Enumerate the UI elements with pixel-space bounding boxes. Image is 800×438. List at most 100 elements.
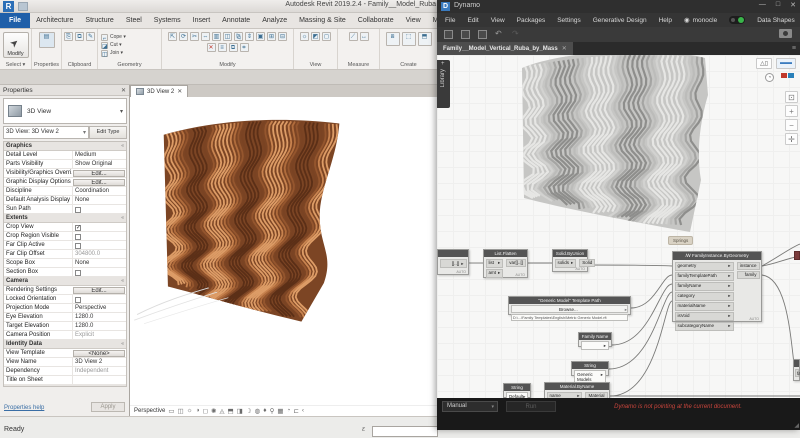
run-mode-select[interactable]: Manual▾ [442,401,498,412]
collapse-icon[interactable]: « [121,278,124,284]
node-familyinstance-bygeometry[interactable]: ꟿ FamilyInstance.ByGeometry geometry▸fam… [672,251,762,322]
panel-label-select[interactable]: Select ▾ [0,62,31,68]
view-control-icon[interactable]: ⊏ [293,407,298,415]
view-control-icon[interactable]: ☽ [246,407,252,415]
node-partial-top-right[interactable] [794,251,800,260]
tab-menu-icon[interactable]: ≡ [792,45,796,52]
match-icon[interactable]: ✎ [86,32,95,41]
checkbox[interactable] [75,243,81,249]
ribbon-tab-insert[interactable]: Insert [187,13,217,28]
family-name-input[interactable]: ▸ [581,341,609,350]
port-subcategoryname[interactable]: subcategoryName▸ [675,322,734,331]
library-panel-collapsed[interactable]: + Library [437,60,450,108]
zoom-in-button[interactable]: + [785,105,798,117]
view-control-icon[interactable]: ◫ [178,407,184,415]
cope-tool[interactable]: ⌐Cope ▾ [99,34,160,41]
collapse-icon[interactable]: « [121,143,124,149]
ribbon-tab-view[interactable]: View [400,13,427,28]
edit-button[interactable]: <None> [73,350,125,357]
property-value[interactable]: Perspective [72,304,126,312]
property-value[interactable]: 1280.0 [72,322,126,330]
modify-tool-icon[interactable]: ⇔ [201,32,210,41]
chevron-down-icon[interactable]: ▾ [120,108,123,115]
modify-tool-icon[interactable]: ⧉ [229,43,238,52]
section-header-camera[interactable]: Camera« [4,277,126,286]
ribbon-tab-analyze[interactable]: Analyze [256,13,293,28]
save-icon[interactable] [478,30,487,39]
resize-grip[interactable]: ◢ [794,422,799,429]
property-value[interactable]: Coordination [72,187,126,195]
property-value[interactable]: None [72,196,126,204]
close-icon[interactable]: ✕ [121,87,126,94]
modify-tool-icon[interactable]: ⊞ [267,32,276,41]
checkbox[interactable] [75,234,81,240]
dimension-icon[interactable]: ↔ [360,32,369,41]
modify-tool-icon[interactable]: ⊟ [278,32,287,41]
section-header-graphics[interactable]: Graphics« [4,142,126,151]
checkbox[interactable]: ✓ [75,225,81,231]
collapse-icon[interactable]: « [121,215,124,221]
menu-settings[interactable]: Settings [557,17,581,24]
property-value[interactable]: None [72,259,126,267]
modify-button[interactable]: ➤ Modify [3,32,29,58]
view-control-icon[interactable]: ✺ [211,407,216,415]
section-header-phasing[interactable]: Phasing« [4,385,126,387]
paste-icon[interactable]: ⎘ [64,32,73,41]
maximize-button[interactable]: □ [776,1,780,9]
undo-icon[interactable]: ↶ [495,30,504,39]
modify-tool-icon[interactable]: ◫ [223,32,232,41]
panel-label-geometry[interactable]: Geometry [98,62,161,68]
node-partial-right[interactable]: fam [793,359,800,381]
modify-tool-icon[interactable]: ⌗ [240,43,249,52]
section-header-extents[interactable]: Extents« [4,214,126,223]
lightbulb-icon[interactable]: ☼ [300,32,309,41]
view-instance-select[interactable]: 3D View: 3D View 2 ▾ [3,126,89,139]
ribbon-tab-annotate[interactable]: Annotate [216,13,256,28]
modify-tool-icon[interactable]: ⇱ [168,32,177,41]
node-template-path[interactable]: "Generic Model" Template Path Browse...▸… [508,296,631,315]
orbit-back-icon[interactable]: ◔ [765,73,774,82]
zoom-out-button[interactable]: − [785,119,798,131]
port-solids[interactable]: solids▸ [555,259,577,268]
browse-button[interactable]: Browse...▸ [511,305,628,313]
property-value[interactable]: 3D View 2 [72,358,126,366]
redo-icon[interactable]: ↷ [512,30,521,39]
copy-icon[interactable]: ⧉ [75,32,84,41]
properties-help-link[interactable]: Properties help [4,405,44,411]
ribbon-tab-massing-site[interactable]: Massing & Site [293,13,352,28]
reveal-icon[interactable]: ◻ [322,32,331,41]
port-category[interactable]: category▸ [675,292,734,301]
port-amt[interactable]: amt▸ [486,269,504,278]
panel-label-create[interactable]: Create [380,62,437,68]
apply-button[interactable]: Apply [91,402,125,412]
property-value[interactable]: Medium [72,151,126,159]
view-control-icon[interactable]: ◻ [203,407,208,415]
view-control-icon[interactable]: ♦ [263,407,266,415]
port-list[interactable]: list▸ [486,259,504,268]
checkbox[interactable] [75,297,81,303]
property-value[interactable]: ✓ [72,223,126,231]
close-button[interactable]: ✕ [790,1,796,9]
graph-view-toggle-icon[interactable]: ▬▬ [776,58,796,69]
property-value[interactable] [72,268,126,276]
menu-data-shapes[interactable]: Data Shapes [757,17,795,24]
view-toggle-pill[interactable] [729,16,745,24]
port-familyname[interactable]: familyName▸ [675,282,734,291]
port-isvoid[interactable]: isVoid▸ [675,312,734,321]
port-solid-out[interactable]: Solid [579,259,595,267]
node-solid-byunion[interactable]: Solid.ByUnion solids▸ Solid AUTO [552,249,588,272]
node-list-flatten[interactable]: List.Flatten list▸ amt▸ var[]..[] AUTO [483,249,528,278]
collapse-icon[interactable]: « [121,386,124,387]
property-value[interactable]: Show Original [72,160,126,168]
menu-help[interactable]: Help [659,17,672,24]
node-string-category[interactable]: String Generic Models▸ [571,361,609,376]
pan-button[interactable]: ✛ [785,133,798,145]
scale-label[interactable]: Perspective [134,408,165,414]
checkbox[interactable] [75,207,81,213]
hide-icon[interactable]: ◩ [311,32,320,41]
port-family[interactable]: family [737,271,760,279]
edit-button[interactable]: Edit... [73,170,125,177]
view-tab-3d-view-2[interactable]: 3D View 2 ✕ [130,85,188,97]
ribbon-tab-architecture[interactable]: Architecture [30,13,79,28]
geometry-view-icon[interactable]: △▯ [756,58,772,69]
